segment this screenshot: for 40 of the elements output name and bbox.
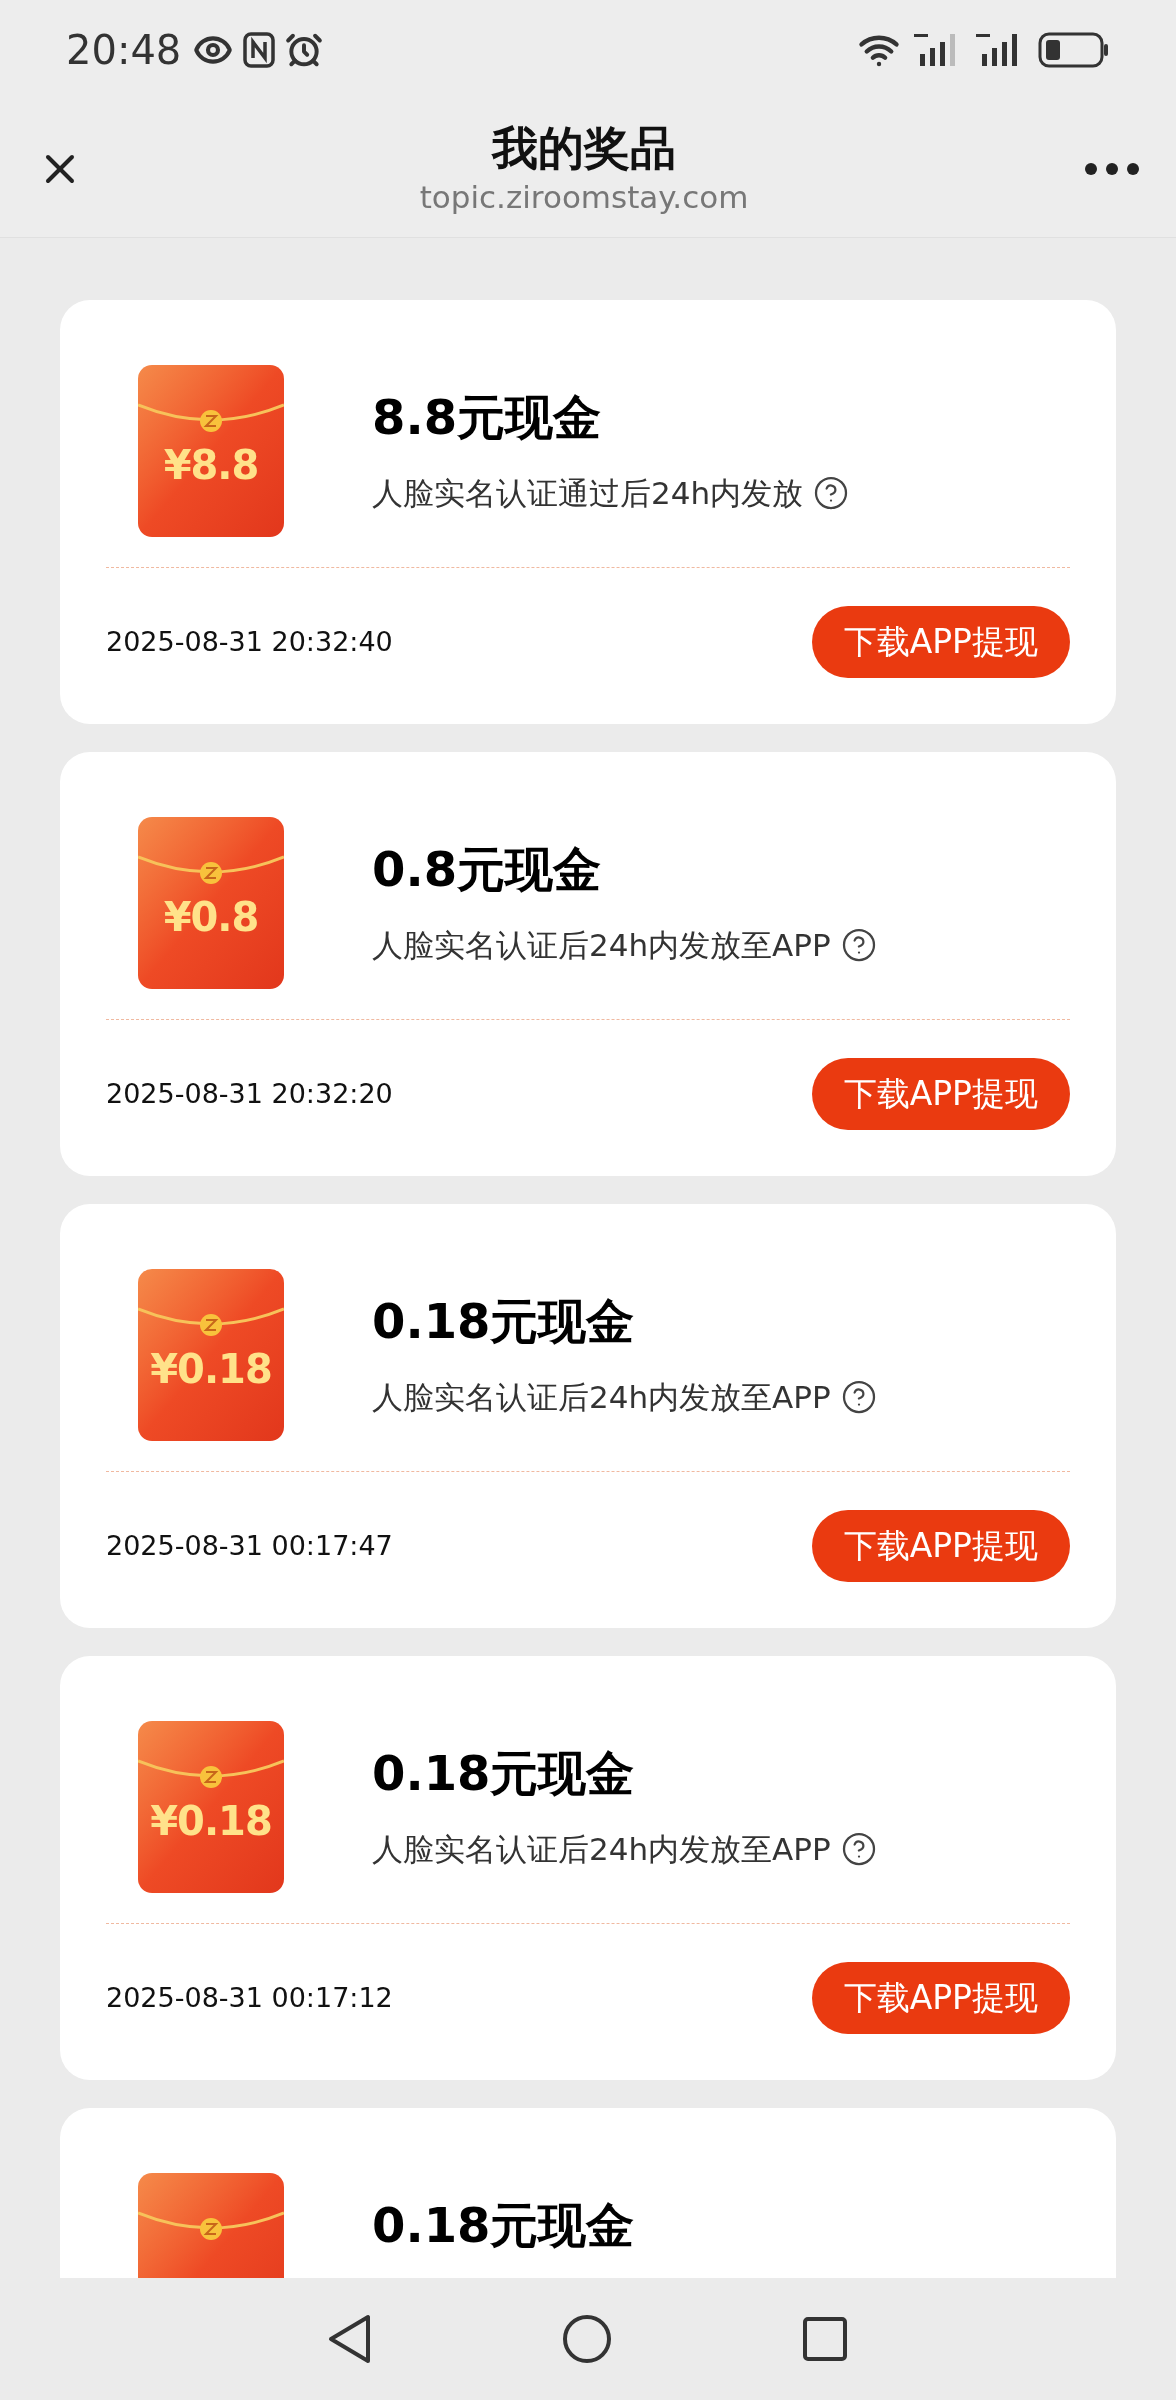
help-icon[interactable] <box>840 927 877 963</box>
status-time: 20:48 <box>66 26 182 75</box>
prize-description: 人脸实名认证后24h内发放至APP <box>372 929 831 961</box>
back-icon[interactable] <box>328 2314 372 2364</box>
help-icon[interactable] <box>813 475 850 511</box>
prize-time: 2025-08-31 20:32:40 <box>106 624 393 659</box>
help-icon[interactable] <box>840 1831 877 1867</box>
page-title: 我的奖品 <box>492 120 676 178</box>
download-app-button[interactable]: 下载APP提现 <box>811 1510 1070 1582</box>
envelope-amount: ¥0.8 <box>162 897 260 937</box>
page-url: topic.ziroomstay.com <box>419 177 749 217</box>
prize-time: 2025-08-31 00:17:47 <box>106 1528 393 1563</box>
prize-time: 2025-08-31 00:17:12 <box>106 1980 393 2015</box>
download-app-button[interactable]: 下载APP提现 <box>811 606 1070 678</box>
download-app-button[interactable]: 下载APP提现 <box>811 1962 1070 2034</box>
home-icon[interactable] <box>562 2314 612 2364</box>
envelope-flap-icon <box>138 403 284 433</box>
prize-title: 0.8元现金 <box>372 845 603 893</box>
envelope-amount: ¥0.18 <box>149 1349 273 1389</box>
envelope-flap-icon <box>138 2211 284 2241</box>
nfc-icon <box>243 32 276 68</box>
recents-icon[interactable] <box>802 2316 848 2362</box>
more-icon[interactable] <box>1084 161 1140 176</box>
prize-description: 人脸实名认证通过后24h内发放 <box>372 477 804 509</box>
download-app-button[interactable]: 下载APP提现 <box>811 1058 1070 1130</box>
prize-title: 0.18元现金 <box>372 1297 636 1345</box>
prize-title: 0.18元现金 <box>372 1749 636 1797</box>
envelope-flap-icon <box>138 1759 284 1789</box>
alarm-icon <box>285 31 324 69</box>
help-icon[interactable] <box>840 1379 877 1415</box>
envelope-flap-icon <box>138 855 284 885</box>
prize-description: 人脸实名认证后24h内发放至APP <box>372 1833 831 1865</box>
battery-icon <box>1038 32 1110 68</box>
prize-title: 0.18元现金 <box>372 2201 635 2249</box>
prize-description: 人脸实名认证后24h内发放至APP <box>372 1381 831 1413</box>
prize-time: 2025-08-31 20:32:20 <box>106 1076 393 1111</box>
envelope-amount: ¥0.18 <box>149 1801 273 1841</box>
envelope-flap-icon <box>138 1307 284 1337</box>
prize-title: 8.8元现金 <box>372 393 603 441</box>
envelope-amount: ¥8.8 <box>162 445 260 485</box>
